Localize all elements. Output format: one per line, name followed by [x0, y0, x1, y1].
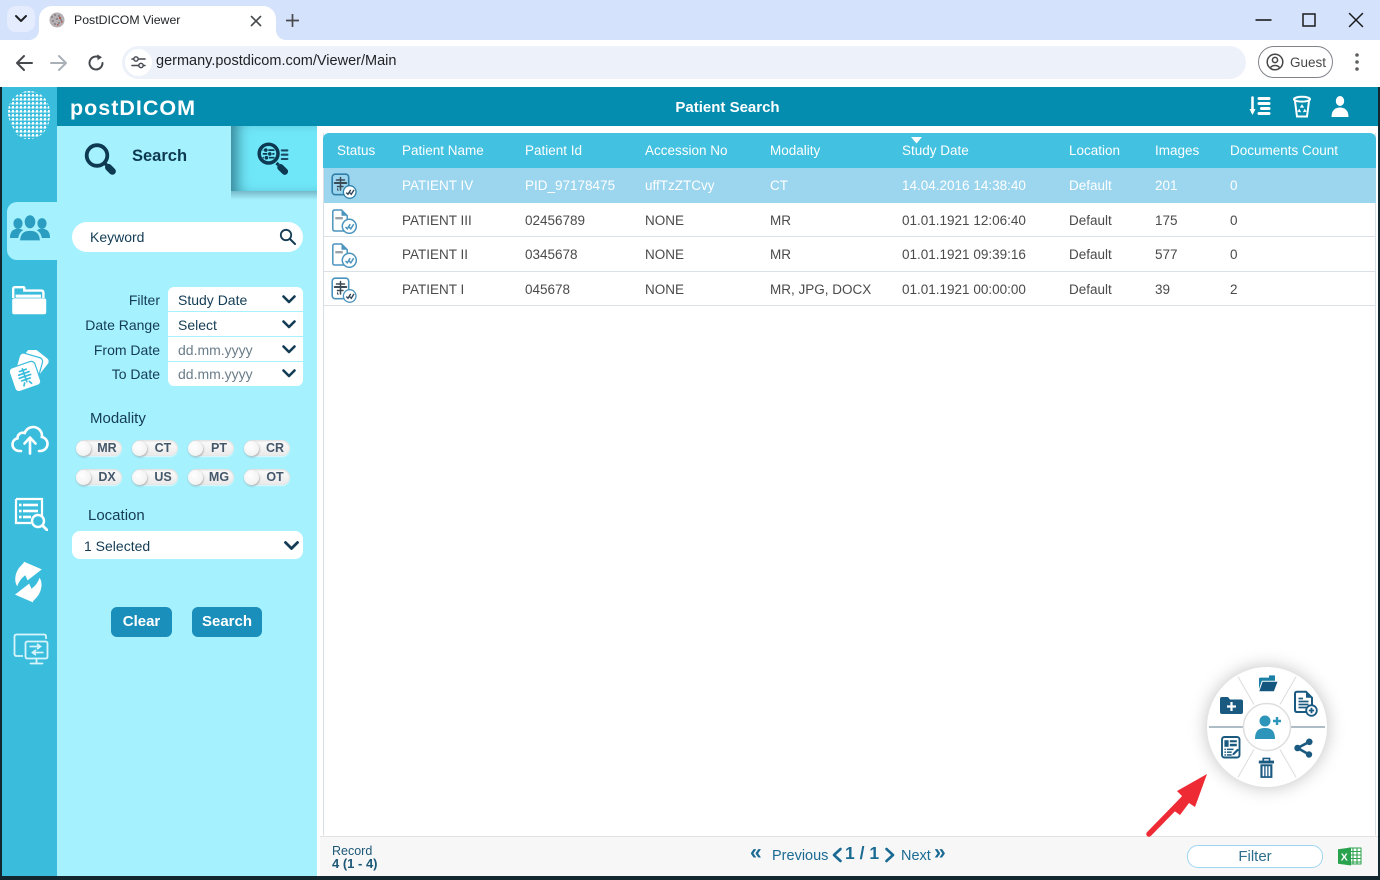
svg-text:X: X — [1341, 852, 1348, 864]
